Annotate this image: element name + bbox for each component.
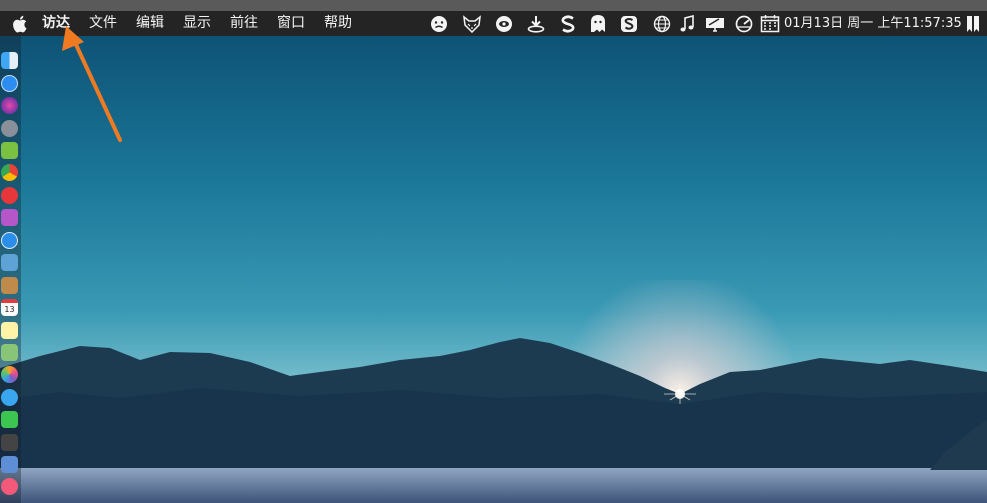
menu-bar-clock[interactable]: 01月13日 周一 上午11:57:35	[784, 11, 962, 36]
keynote-icon[interactable]	[1, 456, 18, 473]
launchpad-icon[interactable]	[1, 120, 18, 137]
menu-go[interactable]: 前往	[230, 11, 258, 36]
preview-icon[interactable]	[1, 254, 18, 271]
menu-bar: 访达 文件 编辑 显示 前往 窗口 帮助 01月13日 周一 上午11:57:3…	[0, 11, 987, 36]
s-icon[interactable]	[557, 13, 579, 34]
calendar-icon[interactable]: 13	[1, 299, 18, 316]
android-icon[interactable]	[1, 142, 18, 159]
download-icon[interactable]	[525, 13, 547, 34]
notes-app-icon[interactable]	[1, 209, 18, 226]
contacts-icon[interactable]	[1, 277, 18, 294]
menu-finder[interactable]: 访达	[42, 11, 70, 36]
menu-view[interactable]: 显示	[183, 11, 211, 36]
ghost-icon[interactable]	[587, 13, 609, 34]
menu-edit[interactable]: 编辑	[136, 11, 164, 36]
photos-icon[interactable]	[1, 366, 18, 383]
edge-icon[interactable]	[1, 187, 18, 204]
bookmark-icon[interactable]	[962, 13, 984, 34]
menu-file[interactable]: 文件	[89, 11, 117, 36]
menu-window[interactable]: 窗口	[277, 11, 305, 36]
eye-icon[interactable]	[493, 13, 515, 34]
face-icon[interactable]	[428, 13, 450, 34]
chrome-icon[interactable]	[1, 164, 18, 181]
music-icon[interactable]	[676, 13, 698, 34]
finder-icon[interactable]	[1, 52, 18, 69]
siri-icon[interactable]	[1, 97, 18, 114]
gauge-icon[interactable]	[733, 13, 755, 34]
fox-icon[interactable]	[461, 13, 483, 34]
notes-icon[interactable]	[1, 322, 18, 339]
dock: 13	[0, 36, 21, 503]
sogou-icon[interactable]	[618, 13, 640, 34]
calendar-icon[interactable]	[759, 13, 781, 34]
photo-booth-icon[interactable]	[1, 434, 18, 451]
messages-icon[interactable]	[1, 389, 18, 406]
desktop: 访达 文件 编辑 显示 前往 窗口 帮助 01月13日 周一 上午11:57:3…	[0, 0, 987, 503]
globe-icon[interactable]	[651, 13, 673, 34]
apple-menu-icon[interactable]	[12, 11, 30, 36]
app-store-icon[interactable]	[1, 75, 18, 92]
wechat-icon[interactable]	[1, 411, 18, 428]
music-icon[interactable]	[1, 478, 18, 495]
display-icon[interactable]	[704, 13, 726, 34]
menu-help[interactable]: 帮助	[324, 11, 352, 36]
desktop-wallpaper	[0, 0, 987, 503]
safari-icon[interactable]	[1, 232, 18, 249]
maps-icon[interactable]	[1, 344, 18, 361]
menu-bar-left: 访达 文件 编辑 显示 前往 窗口 帮助	[0, 11, 371, 36]
window-top-strip	[0, 0, 987, 11]
